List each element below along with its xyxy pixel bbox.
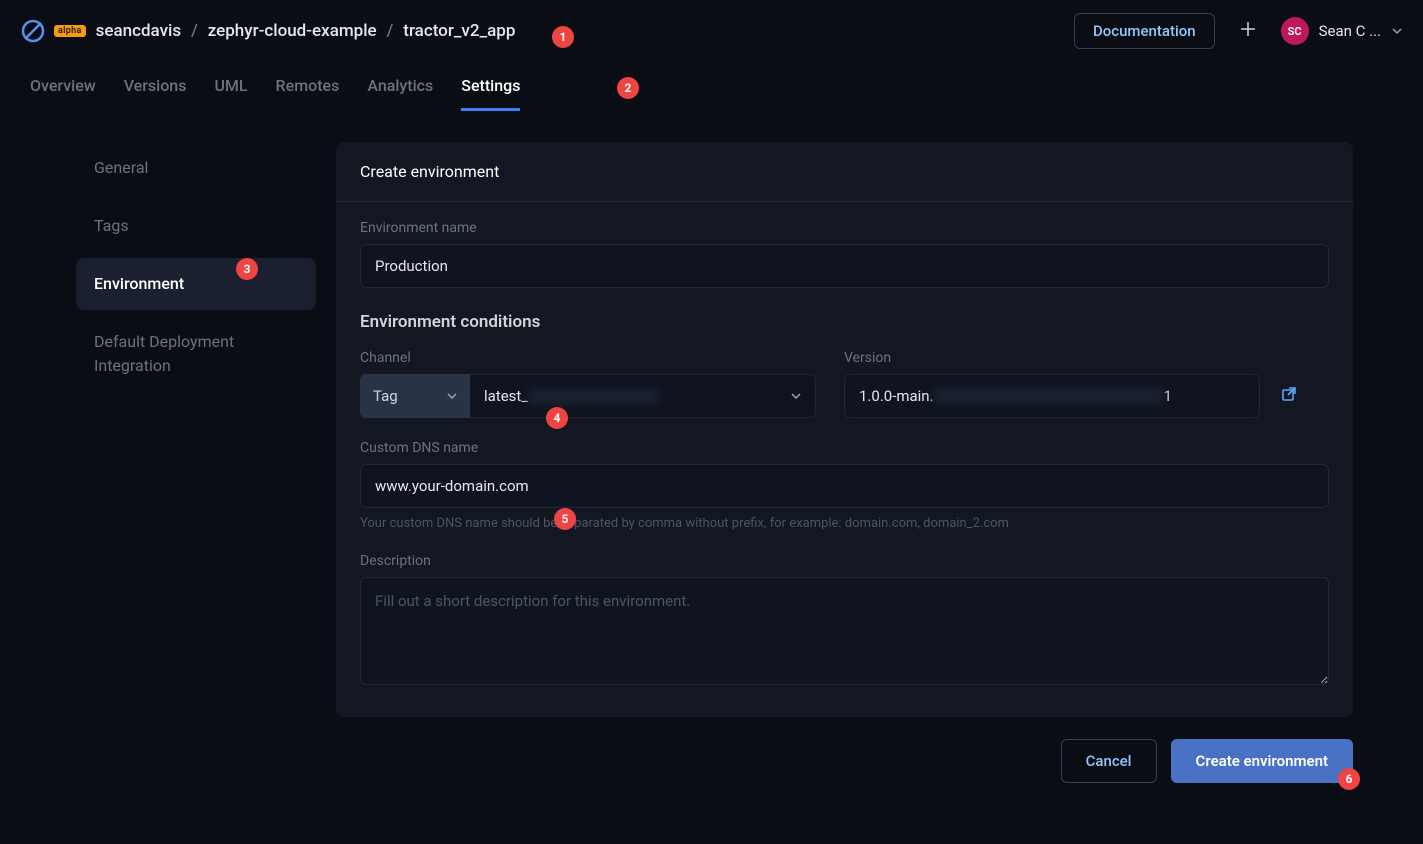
breadcrumbs: seancdavis / zephyr-cloud-example / trac… [96,21,516,41]
breadcrumb-separator: / [191,21,198,41]
tab-settings[interactable]: Settings [461,62,520,111]
sidebar-item-general[interactable]: General [76,142,316,194]
description-textarea[interactable] [360,577,1329,685]
version-label: Version [844,350,1298,366]
dns-helper-text: Your custom DNS name should be separated… [360,516,1329,531]
dns-input[interactable] [360,464,1329,508]
tab-analytics[interactable]: Analytics [367,62,433,111]
tab-uml[interactable]: UML [214,62,247,111]
cancel-button[interactable]: Cancel [1061,739,1157,783]
chevron-down-icon [1391,25,1403,37]
tab-overview[interactable]: Overview [30,62,96,111]
version-value-suffix: 1 [1164,387,1172,405]
create-environment-button[interactable]: Create environment [1171,739,1353,783]
caret-down-icon [447,393,457,399]
alpha-badge: alpha [54,25,86,37]
add-button[interactable] [1231,15,1265,48]
channel-value-prefix: latest_ [484,387,528,405]
breadcrumb-org[interactable]: seancdavis [96,21,182,41]
redacted-text [934,388,1164,404]
caret-down-icon [791,393,801,399]
plus-icon [1239,20,1257,38]
env-name-input[interactable] [360,244,1329,288]
user-menu[interactable]: SC Sean C ... [1281,17,1403,45]
callout-5: 5 [554,508,576,530]
sidebar-item-environment[interactable]: Environment [76,258,316,310]
callout-2: 2 [617,77,639,99]
redacted-text [528,389,658,405]
dns-label: Custom DNS name [360,440,1329,456]
breadcrumb-app[interactable]: tractor_v2_app [403,21,515,41]
footer-actions: Cancel Create environment [0,717,1423,783]
channel-value-select[interactable]: latest_ [470,374,816,418]
breadcrumb-separator: / [387,21,394,41]
settings-sidebar: General Tags Environment Default Deploym… [0,142,336,717]
panel-title: Create environment [336,142,1353,202]
logo-icon [20,18,46,44]
sidebar-item-tags[interactable]: Tags [76,200,316,252]
version-input[interactable]: 1.0.0-main. 1 [844,374,1260,418]
description-label: Description [360,553,1329,569]
tab-remotes[interactable]: Remotes [276,62,340,111]
channel-label: Channel [360,350,816,366]
callout-6: 6 [1338,768,1360,790]
tab-nav: Overview Versions UML Remotes Analytics … [0,62,1423,112]
content-panel: Create environment Environment name Envi… [336,142,1353,717]
callout-4: 4 [546,407,568,429]
avatar: SC [1281,17,1309,45]
top-bar: alpha seancdavis / zephyr-cloud-example … [0,0,1423,62]
channel-type-select[interactable]: Tag [360,374,470,418]
logo-group: alpha [20,18,86,44]
user-name: Sean C ... [1319,22,1381,40]
env-name-label: Environment name [360,220,1329,236]
main-area: General Tags Environment Default Deploym… [0,112,1423,717]
callout-1: 1 [552,26,574,48]
callout-3: 3 [236,258,258,280]
breadcrumb-project[interactable]: zephyr-cloud-example [208,21,377,41]
channel-type-value: Tag [373,387,398,405]
version-value-prefix: 1.0.0-main. [859,387,934,405]
conditions-heading: Environment conditions [360,312,1329,332]
topbar-right: Documentation SC Sean C ... [1074,13,1403,49]
tab-versions[interactable]: Versions [124,62,187,111]
sidebar-item-default-deployment[interactable]: Default Deployment Integration [76,316,316,392]
external-link-icon[interactable] [1280,385,1298,407]
documentation-button[interactable]: Documentation [1074,13,1215,49]
